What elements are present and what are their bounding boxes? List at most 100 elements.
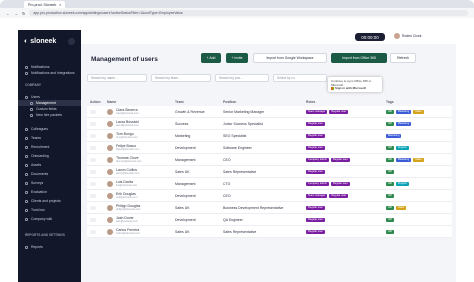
sidebar-item[interactable]: Assets	[18, 162, 81, 168]
url-field[interactable]: app.pro-production.sloneek.com/app/setti…	[29, 10, 468, 16]
import-office-button[interactable]: Import from Office 365	[331, 53, 387, 63]
sidebar-item[interactable]: Clients and projects	[18, 198, 81, 204]
timer[interactable]: 00:00:00	[355, 33, 385, 41]
name-cell: Luis Davila luis@sloneek.com	[107, 180, 175, 187]
table-row[interactable]: Laura Bossicki laura@sloneek.com Success Ju…	[87, 118, 452, 130]
sidebar-item[interactable]: Recruitment	[18, 144, 81, 150]
action-cell	[87, 181, 107, 186]
sidebar-item[interactable]: Notifications and Integrations	[18, 70, 81, 76]
tag-badge: HR	[386, 193, 394, 198]
action-cell	[87, 217, 107, 222]
header-tags[interactable]: Tags	[386, 100, 452, 104]
more-actions-icon[interactable]	[90, 145, 96, 150]
table-row[interactable]: Philipp Douglas philipp@sloneek.com Sales …	[87, 202, 452, 214]
tags-cell: Marketing	[386, 133, 452, 138]
position-filter[interactable]: Search by pos...	[215, 74, 269, 82]
tag-badge: HR	[386, 109, 394, 114]
avatar	[107, 168, 113, 175]
tag-badge: HR	[386, 181, 394, 186]
nav-icon	[25, 145, 28, 149]
more-actions-icon[interactable]	[90, 217, 96, 222]
user-email: thomas@sloneek.com	[116, 160, 142, 163]
table-row[interactable]: Luis Davila luis@sloneek.com Management CTO…	[87, 178, 452, 190]
more-actions-icon[interactable]	[90, 193, 96, 198]
team-filter[interactable]: Search by team...	[151, 74, 211, 82]
import-google-button[interactable]: Import from Google Workspace	[253, 53, 327, 63]
avatar[interactable]	[394, 33, 400, 39]
avatar	[107, 180, 113, 187]
header-name[interactable]: Name	[107, 100, 175, 104]
tag-badge: Sales	[395, 205, 407, 210]
avatar	[107, 120, 113, 127]
nav-icon	[25, 154, 28, 158]
sidebar-item[interactable]: Surveys	[18, 180, 81, 186]
top-bar: 00:00:00 Rodeo Cicek	[81, 30, 456, 44]
more-actions-icon[interactable]	[90, 169, 96, 174]
collapse-sidebar-button[interactable]	[68, 38, 75, 45]
header-roles[interactable]: Roles	[306, 100, 386, 104]
name-cell: Lavon Collins lavon@sloneek.com	[107, 168, 175, 175]
user-name[interactable]: Rodeo Cicek	[402, 34, 421, 38]
avatar	[107, 144, 113, 151]
roles-cell: Company admin Regular user	[306, 181, 386, 186]
add-button[interactable]: + Add	[201, 53, 221, 63]
table-row[interactable]: Jash Dover jash@sloneek.com Development QA …	[87, 214, 452, 226]
sidebar-item[interactable]: Documents	[18, 171, 81, 177]
position-cell: CEO	[223, 157, 231, 162]
browser-tab[interactable]: Pro-prod. Sloneek ×	[24, 1, 66, 8]
search-input[interactable]: Search by name...	[87, 74, 147, 82]
header-team[interactable]: Team	[175, 100, 223, 104]
roles-cell: Regular user	[306, 205, 386, 210]
more-actions-icon[interactable]	[90, 109, 96, 114]
sidebar-item[interactable]: Teams	[18, 135, 81, 141]
tag-badge: HR	[386, 145, 394, 150]
team-cell: Development	[175, 145, 196, 150]
roles-filter[interactable]: Select by ro...	[273, 74, 327, 82]
sidebar-section: REPORTS AND SETTINGS	[18, 232, 81, 238]
logo: ◐ sloneek	[24, 38, 56, 45]
sidebar-item[interactable]: Colleagues	[18, 126, 81, 132]
reload-icon[interactable]: ↻	[22, 11, 25, 16]
roles-cell: Regular user	[306, 217, 386, 222]
invite-button[interactable]: + Invite	[226, 53, 248, 63]
back-icon[interactable]: ←	[6, 11, 10, 16]
sidebar-item-label: Reports	[31, 245, 43, 249]
table-row[interactable]: Felipe Bosco felipe@sloneek.com Developmen…	[87, 142, 452, 154]
sidebar-item[interactable]: Reports	[18, 244, 81, 250]
more-actions-icon[interactable]	[90, 229, 96, 234]
action-cell	[87, 157, 107, 162]
more-actions-icon[interactable]	[90, 205, 96, 210]
table-row[interactable]: Tom Bongo tom@sloneek.com Marketing SEO Spe…	[87, 130, 452, 142]
close-icon[interactable]: ×	[59, 3, 61, 7]
more-actions-icon[interactable]	[90, 121, 96, 126]
sidebar-item[interactable]: New hire packets	[18, 112, 81, 118]
header-action: Action	[90, 100, 101, 104]
microsoft-signin-label: Sign in with Microsoft	[335, 86, 367, 90]
sidebar-item[interactable]: Trust box	[18, 207, 81, 213]
sidebar-item[interactable]: Evaluation	[18, 189, 81, 195]
forward-icon[interactable]: →	[14, 11, 18, 16]
role-badge: Regular user	[306, 121, 325, 126]
more-actions-icon[interactable]	[90, 181, 96, 186]
user-email: erik@sloneek.com	[116, 196, 138, 199]
microsoft-signin-button[interactable]: Sign in with Microsoft	[331, 86, 366, 90]
refresh-button[interactable]: Refresh	[390, 53, 416, 63]
table-row[interactable]: Erik Douglas erik@sloneek.com Development C…	[87, 190, 452, 202]
more-actions-icon[interactable]	[90, 157, 96, 162]
table-row[interactable]: Ciara Becerra ciara@sloneek.com Growth & R…	[87, 106, 452, 118]
sidebar-item[interactable]: Company wiki	[18, 216, 81, 222]
header-position[interactable]: Position	[223, 100, 306, 104]
tags-cell: HR Sales	[386, 205, 452, 210]
sidebar-item[interactable]: Onboarding	[18, 153, 81, 159]
role-badge: Regular user	[306, 133, 325, 138]
table-row[interactable]: Thomas Clove thomas@sloneek.com Management…	[87, 154, 452, 166]
team-cell: Sales UK	[175, 169, 190, 174]
table-row[interactable]: Carlos Ferreira carlos@sloneek.com Sales U…	[87, 226, 452, 238]
tag-badge: HR	[386, 205, 394, 210]
nav-icon	[25, 208, 28, 212]
more-actions-icon[interactable]	[90, 133, 96, 138]
user-email: luis@sloneek.com	[116, 184, 138, 187]
nav-icon	[30, 113, 33, 117]
browser-tab-bar: Pro-prod. Sloneek ×	[0, 0, 474, 8]
table-row[interactable]: Lavon Collins lavon@sloneek.com Sales UK Sa…	[87, 166, 452, 178]
